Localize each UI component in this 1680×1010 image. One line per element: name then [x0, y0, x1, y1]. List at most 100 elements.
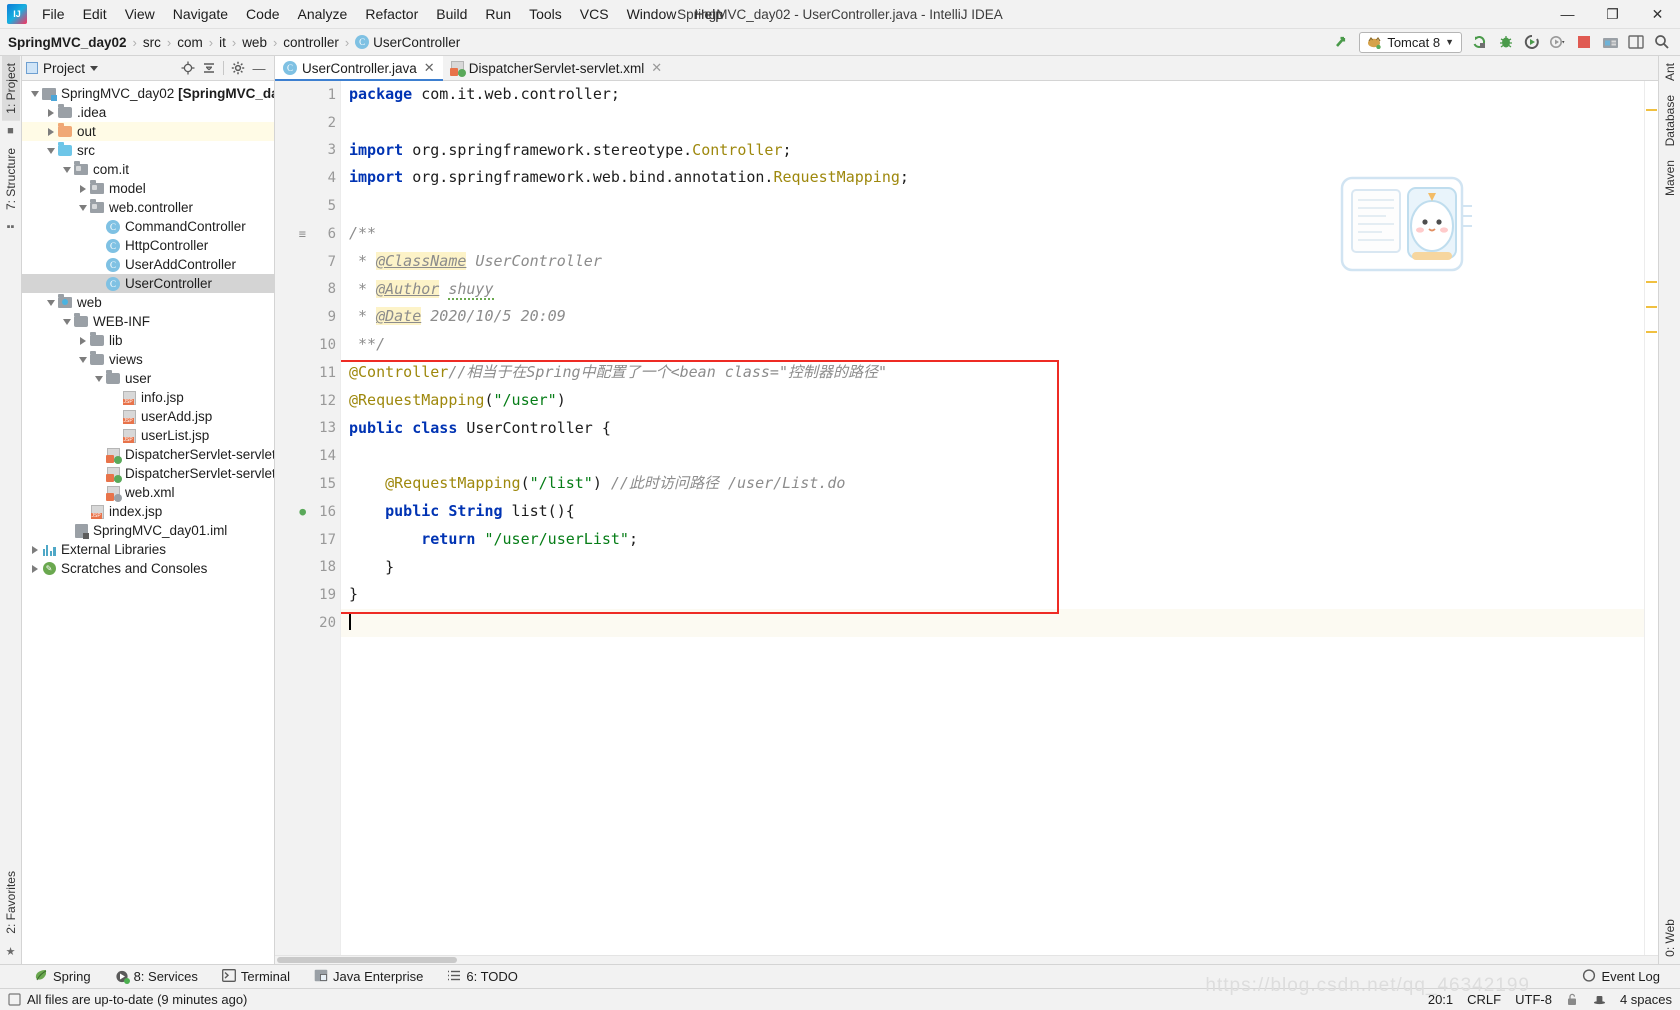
tomcat-deploy-icon[interactable]	[1598, 31, 1622, 53]
code-line-15[interactable]: @RequestMapping("/list") //此时访问路径 /user/…	[349, 470, 1644, 498]
source-code[interactable]: package com.it.web.controller; import or…	[341, 81, 1644, 637]
gutter-line-17[interactable]: 17	[275, 526, 340, 554]
chevron-down-icon[interactable]	[90, 65, 99, 71]
tree-node-usercontroller[interactable]: C UserController	[22, 274, 274, 293]
scrollbar-thumb[interactable]	[277, 957, 457, 963]
editor-tab-dispatcherservlet-xml[interactable]: DispatcherServlet-servlet.xml ✕	[443, 56, 670, 80]
gutter-line-20[interactable]: 20	[275, 609, 340, 637]
collapse-arrow-icon[interactable]	[92, 375, 105, 382]
expand-arrow-icon[interactable]	[28, 545, 41, 554]
bottom-tab-java-enterprise[interactable]: Java Enterprise	[302, 966, 435, 988]
run-icon[interactable]	[1468, 31, 1492, 53]
warning-marker[interactable]	[1646, 109, 1657, 111]
tree-node-commandcontroller[interactable]: C CommandController	[22, 217, 274, 236]
close-button[interactable]: ✕	[1635, 0, 1680, 29]
sidebar-tab-structure[interactable]: 7: Structure	[2, 141, 20, 217]
menu-item-navigate[interactable]: Navigate	[164, 2, 237, 26]
settings-gear-icon[interactable]	[229, 59, 247, 77]
editor-tab-usercontroller-java[interactable]: C UserController.java ✕	[275, 56, 443, 81]
gutter-line-10[interactable]: 10	[275, 331, 340, 359]
bottom-tab-todo[interactable]: 6: TODO	[435, 966, 530, 988]
tree-node-src[interactable]: src	[22, 141, 274, 160]
gutter-line-15[interactable]: 15	[275, 470, 340, 498]
breadcrumb-controller[interactable]: controller	[283, 35, 339, 50]
expand-arrow-icon[interactable]	[76, 336, 89, 345]
hide-panel-icon[interactable]: —	[250, 59, 268, 77]
code-line-18[interactable]: }	[349, 554, 1644, 582]
code-line-19[interactable]: }	[349, 581, 1644, 609]
inspection-hat-icon[interactable]	[1593, 993, 1606, 1006]
line-separator[interactable]: CRLF	[1467, 992, 1501, 1007]
breadcrumb-project[interactable]: SpringMVC_day02	[8, 35, 127, 50]
expand-arrow-icon[interactable]	[44, 127, 57, 136]
code-line-20[interactable]	[349, 609, 1644, 637]
code-line-2[interactable]	[349, 109, 1644, 137]
tree-node-web-xml[interactable]: web.xml	[22, 483, 274, 502]
collapse-arrow-icon[interactable]	[28, 90, 41, 97]
code-line-10[interactable]: **/	[349, 331, 1644, 359]
horizontal-scrollbar[interactable]	[275, 955, 1658, 964]
tree-node-useradd-jsp[interactable]: userAdd.jsp	[22, 407, 274, 426]
breadcrumb-com[interactable]: com	[177, 35, 203, 50]
menu-item-tools[interactable]: Tools	[520, 2, 571, 26]
gutter-line-8[interactable]: 8	[275, 276, 340, 304]
tree-node-springmvc-day02[interactable]: SpringMVC_day02 [SpringMVC_day01]	[22, 84, 274, 103]
code-line-13[interactable]: public class UserController {	[349, 415, 1644, 443]
bottom-tab-terminal[interactable]: Terminal	[210, 966, 302, 988]
expand-arrow-icon[interactable]	[76, 184, 89, 193]
warning-marker[interactable]	[1646, 281, 1657, 283]
tree-node-views[interactable]: views	[22, 350, 274, 369]
breadcrumb-web[interactable]: web	[242, 35, 267, 50]
bottom-tab-services[interactable]: 8: Services	[103, 966, 210, 988]
gutter-line-5[interactable]: 5	[275, 192, 340, 220]
code-line-9[interactable]: * @Date 2020/10/5 20:09	[349, 303, 1644, 331]
event-log-button[interactable]: Event Log	[1570, 966, 1672, 988]
warning-marker[interactable]	[1646, 331, 1657, 333]
collapse-arrow-icon[interactable]	[76, 204, 89, 211]
code-line-12[interactable]: @RequestMapping("/user")	[349, 387, 1644, 415]
tree-node-out[interactable]: out	[22, 122, 274, 141]
code-scroll-area[interactable]: package com.it.web.controller; import or…	[341, 81, 1644, 955]
tree-node-springmvc-day01-iml[interactable]: SpringMVC_day01.iml	[22, 521, 274, 540]
gutter-line-13[interactable]: 13	[275, 415, 340, 443]
tree-node-userlist-jsp[interactable]: userList.jsp	[22, 426, 274, 445]
code-line-14[interactable]	[349, 442, 1644, 470]
gutter-line-2[interactable]: 2	[275, 109, 340, 137]
code-line-1[interactable]: package com.it.web.controller;	[349, 81, 1644, 109]
tree-node-info-jsp[interactable]: info.jsp	[22, 388, 274, 407]
unlocked-icon[interactable]	[1566, 993, 1579, 1006]
code-line-17[interactable]: return "/user/userList";	[349, 526, 1644, 554]
gutter-line-18[interactable]: 18	[275, 554, 340, 582]
collapse-arrow-icon[interactable]	[60, 318, 73, 325]
close-tab-icon[interactable]: ✕	[424, 60, 435, 76]
gutter-line-12[interactable]: 12	[275, 387, 340, 415]
tree-node-idea[interactable]: .idea	[22, 103, 274, 122]
warning-marker[interactable]	[1646, 306, 1657, 308]
spring-bean-marker-icon[interactable]: ●	[299, 505, 306, 518]
tree-node-web-controller[interactable]: web.controller	[22, 198, 274, 217]
gutter-line-3[interactable]: 3	[275, 137, 340, 165]
editor-gutter[interactable]: 1 2 3 4 5 ≡ 6 7 8 9 10 11 12 13 14 15 ● 16 17 18 19 20	[275, 81, 341, 955]
gutter-line-11[interactable]: 11	[275, 359, 340, 387]
expand-arrow-icon[interactable]	[44, 108, 57, 117]
project-panel-title-group[interactable]: Project	[26, 61, 99, 76]
sidebar-tab-maven[interactable]: Maven	[1661, 153, 1679, 203]
code-line-11[interactable]: @Controller//相当于在Spring中配置了一个<bean class…	[349, 359, 1644, 387]
code-line-16[interactable]: public String list(){	[349, 498, 1644, 526]
menu-item-build[interactable]: Build	[427, 2, 476, 26]
collapse-arrow-icon[interactable]	[60, 166, 73, 173]
indent-setting[interactable]: 4 spaces	[1620, 992, 1672, 1007]
tree-node-lib[interactable]: lib	[22, 331, 274, 350]
tree-node-web[interactable]: web	[22, 293, 274, 312]
tree-node-external-libraries[interactable]: External Libraries	[22, 540, 274, 559]
breadcrumb-it[interactable]: it	[219, 35, 226, 50]
locate-icon[interactable]	[179, 59, 197, 77]
file-encoding[interactable]: UTF-8	[1515, 992, 1552, 1007]
sidebar-tab-project[interactable]: 1: Project	[1, 56, 20, 121]
menu-item-run[interactable]: Run	[476, 2, 520, 26]
tree-node-web-inf[interactable]: WEB-INF	[22, 312, 274, 331]
chevron-down-icon[interactable]: ▼	[1445, 37, 1454, 47]
tree-node-index-jsp[interactable]: index.jsp	[22, 502, 274, 521]
breadcrumb-usercontroller[interactable]: UserController	[373, 35, 460, 50]
run-with-coverage-icon[interactable]	[1520, 31, 1544, 53]
